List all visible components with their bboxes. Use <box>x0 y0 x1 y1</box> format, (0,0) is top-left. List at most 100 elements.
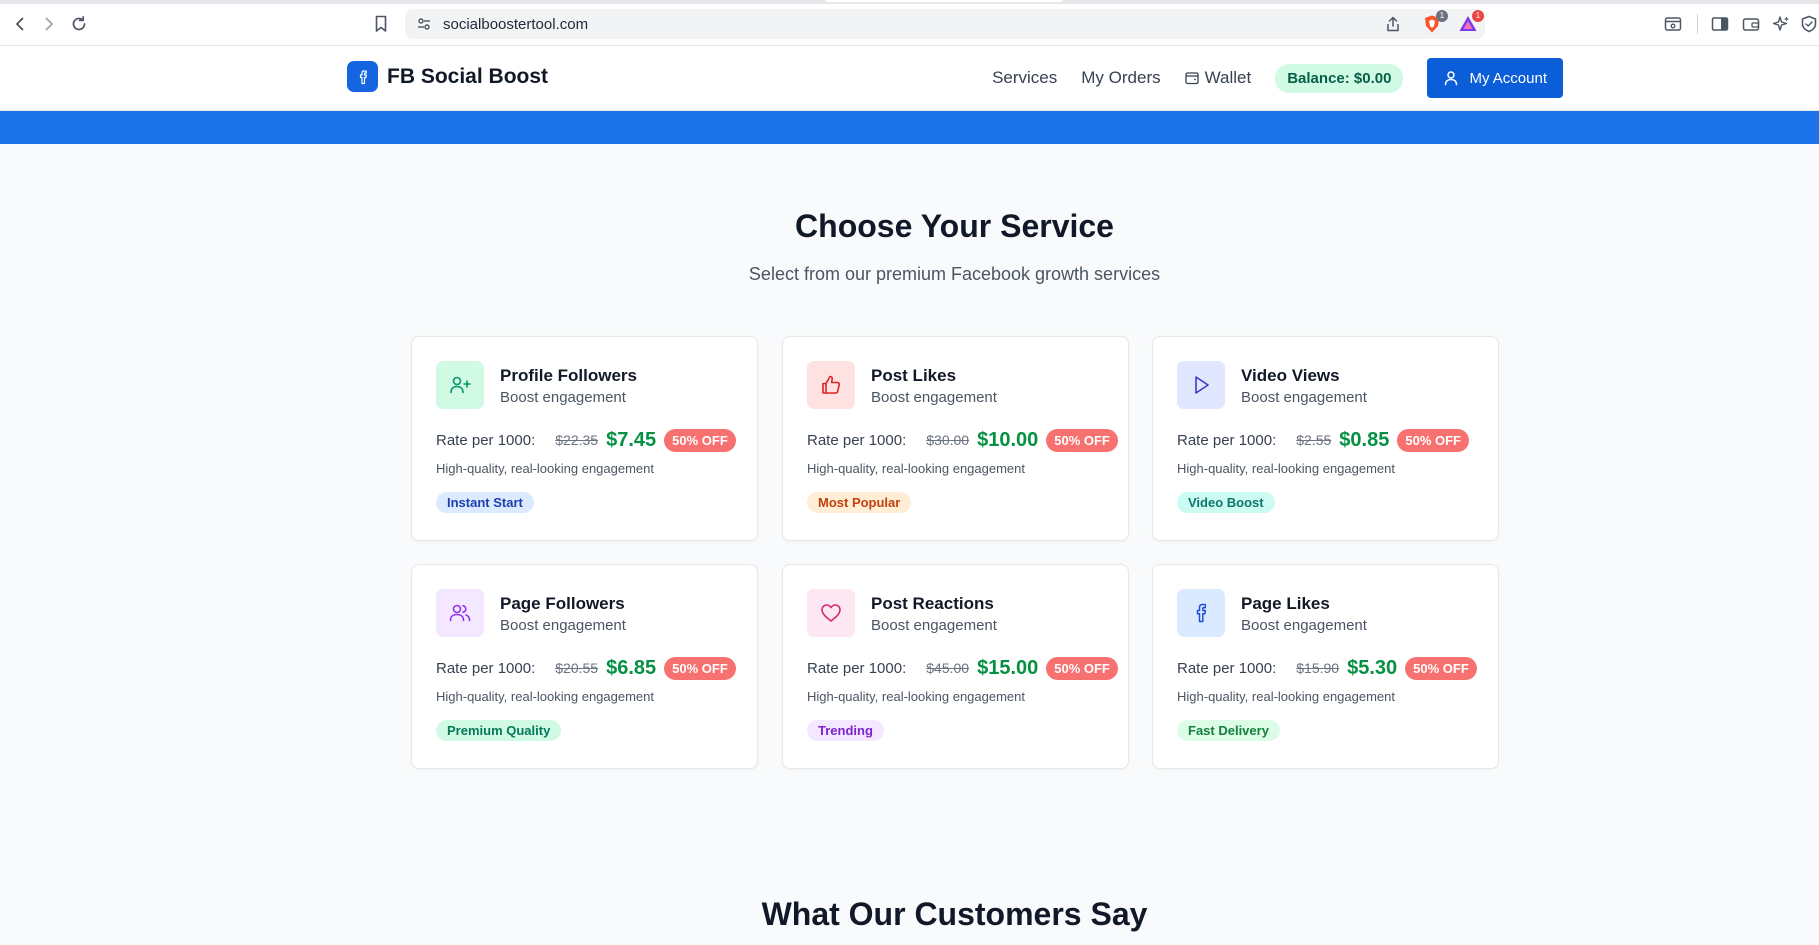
rate-row: Rate per 1000: $15.90 $5.30 50% OFF <box>1177 654 1477 682</box>
users-icon <box>436 589 484 637</box>
facebook-icon <box>1177 589 1225 637</box>
nav-wallet-label: Wallet <box>1204 68 1252 87</box>
play-icon <box>1177 361 1225 409</box>
bookmark-icon <box>375 15 387 32</box>
address-bar[interactable]: socialboostertool.com 1 1 <box>405 9 1485 39</box>
nav-my-orders[interactable]: My Orders <box>1081 68 1160 88</box>
nav-services[interactable]: Services <box>992 68 1057 88</box>
original-price: $30.00 <box>926 432 970 448</box>
original-price: $2.55 <box>1296 432 1332 448</box>
sale-price: $15.00 <box>977 656 1039 679</box>
hero-banner <box>0 111 1819 144</box>
rate-row: Rate per 1000: $20.55 $6.85 50% OFF <box>436 654 736 682</box>
extension-badge: 1 <box>1436 10 1448 22</box>
rate-label: Rate per 1000: <box>1177 659 1277 677</box>
original-price: $22.35 <box>555 432 599 448</box>
service-tag: Video Boost <box>1177 492 1275 513</box>
nav-wallet[interactable]: Wallet <box>1184 68 1252 88</box>
service-card-page-likes[interactable]: Page Likes Boost engagement Rate per 100… <box>1152 564 1499 769</box>
url-text[interactable]: socialboostertool.com <box>443 16 588 33</box>
services-title: Choose Your Service <box>795 208 1114 244</box>
my-account-label: My Account <box>1469 69 1547 87</box>
service-tag: Most Popular <box>807 492 912 513</box>
service-card-video-views[interactable]: Video Views Boost engagement Rate per 10… <box>1152 336 1499 541</box>
balance-badge: Balance: $0.00 <box>1275 63 1404 93</box>
site-header: FB Social Boost Services My Orders Walle… <box>0 46 1819 111</box>
rate-row: Rate per 1000: $2.55 $0.85 50% OFF <box>1177 426 1469 454</box>
rate-label: Rate per 1000: <box>807 659 907 677</box>
rate-row: Rate per 1000: $45.00 $15.00 50% OFF <box>807 654 1118 682</box>
site-info-icon[interactable] <box>415 15 433 38</box>
service-tag: Instant Start <box>436 492 534 513</box>
rate-label: Rate per 1000: <box>807 431 907 449</box>
service-name: Page Likes <box>1241 594 1330 613</box>
facebook-icon <box>347 61 378 92</box>
service-name: Post Likes <box>871 366 957 385</box>
active-tab-edge <box>826 0 1062 2</box>
rate-row: Rate per 1000: $30.00 $10.00 50% OFF <box>807 426 1118 454</box>
sidebar-toggle-button[interactable] <box>1708 12 1732 36</box>
service-description: Boost engagement <box>500 617 626 634</box>
shield-icon <box>1801 15 1817 33</box>
discount-badge: 50% OFF <box>1397 428 1469 452</box>
wallet-icon <box>1184 72 1199 85</box>
sidebar-icon <box>1711 17 1729 31</box>
thumbs-up-icon <box>807 361 855 409</box>
discount-badge: 50% OFF <box>664 656 736 680</box>
sale-price: $10.00 <box>977 428 1039 451</box>
wallet-button[interactable] <box>1739 12 1763 36</box>
service-tag: Fast Delivery <box>1177 720 1280 741</box>
brand-logo[interactable]: FB Social Boost <box>347 61 548 92</box>
service-name: Page Followers <box>500 594 625 613</box>
sale-price: $0.85 <box>1339 428 1390 451</box>
brand-name: FB Social Boost <box>387 64 549 88</box>
sale-price: $5.30 <box>1347 656 1398 679</box>
service-note: High-quality, real-looking engagement <box>436 461 654 476</box>
service-description: Boost engagement <box>500 389 626 406</box>
rate-label: Rate per 1000: <box>436 431 536 449</box>
shield-extension-icon[interactable]: 1 <box>1421 10 1448 35</box>
service-name: Video Views <box>1241 366 1340 385</box>
bookmark-button[interactable] <box>369 12 393 36</box>
main-nav: Services My Orders Wallet Balance: $0.00… <box>992 58 1563 98</box>
tab-search-button[interactable] <box>1661 12 1685 36</box>
wallet-icon <box>1742 18 1760 31</box>
toolbar-divider <box>1697 14 1698 34</box>
service-description: Boost engagement <box>1241 617 1367 634</box>
my-account-button[interactable]: My Account <box>1427 58 1563 98</box>
service-tag: Trending <box>807 720 884 741</box>
back-button[interactable] <box>8 12 32 36</box>
original-price: $15.90 <box>1296 660 1340 676</box>
sparkle-icon <box>1772 16 1789 31</box>
discount-badge: 50% OFF <box>1046 428 1118 452</box>
service-card-profile-followers[interactable]: Profile Followers Boost engagement Rate … <box>411 336 758 541</box>
share-icon[interactable] <box>1382 13 1404 35</box>
service-note: High-quality, real-looking engagement <box>436 689 654 704</box>
service-note: High-quality, real-looking engagement <box>1177 461 1395 476</box>
service-card-page-followers[interactable]: Page Followers Boost engagement Rate per… <box>411 564 758 769</box>
extension-badge: 1 <box>1472 10 1484 22</box>
rewards-extension-icon[interactable]: 1 <box>1457 10 1484 35</box>
rate-label: Rate per 1000: <box>436 659 536 677</box>
service-description: Boost engagement <box>1241 389 1367 406</box>
ai-assistant-button[interactable] <box>1769 12 1793 36</box>
heart-icon <box>807 589 855 637</box>
service-card-post-likes[interactable]: Post Likes Boost engagement Rate per 100… <box>782 336 1129 541</box>
services-subtitle: Select from our premium Facebook growth … <box>748 264 1161 284</box>
discount-badge: 50% OFF <box>1405 656 1477 680</box>
original-price: $45.00 <box>926 660 970 676</box>
reload-button[interactable] <box>67 12 91 36</box>
service-tag: Premium Quality <box>436 720 562 741</box>
forward-button[interactable] <box>37 12 61 36</box>
window-icon <box>1664 17 1682 31</box>
rate-label: Rate per 1000: <box>1177 431 1277 449</box>
reload-icon <box>72 15 86 31</box>
service-description: Boost engagement <box>871 389 997 406</box>
service-card-post-reactions[interactable]: Post Reactions Boost engagement Rate per… <box>782 564 1129 769</box>
user-icon <box>1445 71 1458 86</box>
reviews-title: What Our Customers Say <box>761 896 1148 932</box>
service-note: High-quality, real-looking engagement <box>807 461 1025 476</box>
browser-toolbar: socialboostertool.com 1 1 <box>0 0 1819 46</box>
vpn-button[interactable] <box>1797 12 1819 36</box>
service-name: Profile Followers <box>500 366 637 385</box>
